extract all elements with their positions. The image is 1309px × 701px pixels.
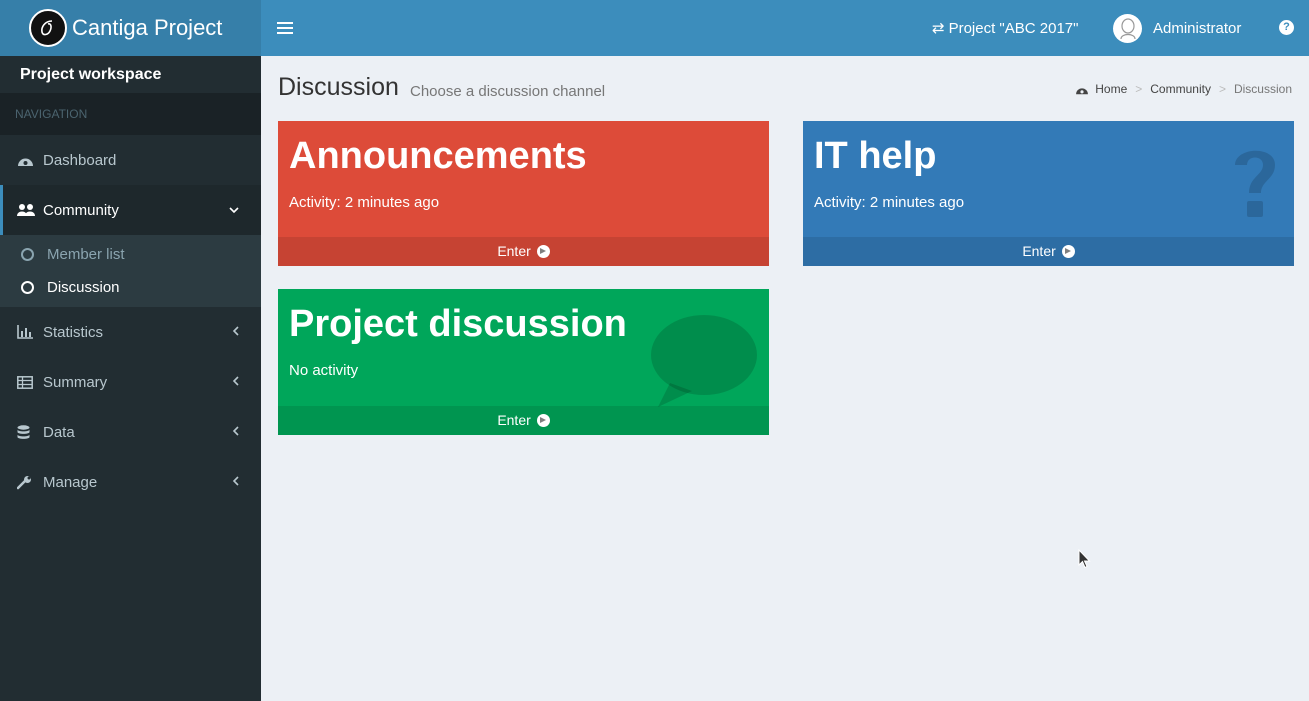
channel-activity: Activity: 2 minutes ago <box>289 194 440 211</box>
circle-icon <box>21 281 34 294</box>
users-icon <box>17 203 35 217</box>
enter-label: Enter <box>497 412 531 428</box>
sidebar-item-manage[interactable]: Manage <box>0 457 261 507</box>
sidebar-item-summary[interactable]: Summary <box>0 357 261 407</box>
channel-activity: No activity <box>289 362 359 379</box>
channel-announcements: Announcements Activity: 2 minutes ago En… <box>278 121 1032 266</box>
page-subtitle: Choose a discussion channel <box>410 83 606 100</box>
chevron-left-icon <box>232 475 239 489</box>
app-title: Cantiga Project <box>72 15 223 40</box>
workspace-title: Project workspace <box>20 66 162 83</box>
dashboard-icon <box>1075 84 1089 95</box>
question-circle-icon[interactable]: ? <box>1279 20 1294 35</box>
sidebar-item-community[interactable]: Community <box>0 185 261 235</box>
top-navbar: ⇄ Project "ABC 2017" Administrator ? <box>261 0 1309 56</box>
community-submenu: Member list Discussion <box>0 235 261 307</box>
sidebar-item-data[interactable]: Data <box>0 407 261 457</box>
chevron-left-icon <box>232 375 239 389</box>
arrow-circle-right-icon <box>1061 245 1075 258</box>
channel-activity: Activity: 2 minutes ago <box>814 194 965 211</box>
sidebar-subitem-member-list[interactable]: Member list <box>0 238 261 271</box>
breadcrumb-separator: > <box>1218 82 1226 96</box>
chevron-down-icon <box>229 203 239 217</box>
enter-button[interactable]: Enter <box>278 237 769 266</box>
chevron-left-icon <box>232 425 239 439</box>
table-icon <box>17 375 35 389</box>
sidebar-item-label: Statistics <box>43 323 104 341</box>
logo-icon <box>29 9 67 47</box>
arrow-circle-right-icon <box>536 245 550 258</box>
enter-label: Enter <box>1022 243 1056 259</box>
app-logo[interactable]: Cantiga Project <box>0 0 261 56</box>
user-menu[interactable]: Administrator <box>1113 0 1241 56</box>
breadcrumb-home[interactable]: Home <box>1095 82 1127 96</box>
channel-project-discussion: Project discussion No activity Enter <box>278 289 769 435</box>
mouse-cursor-icon <box>1078 549 1091 569</box>
sidebar-subitem-discussion[interactable]: Discussion <box>0 271 261 304</box>
breadcrumb-current: Discussion <box>1233 82 1292 96</box>
channel-name: Announcements <box>289 135 587 177</box>
comment-icon <box>651 315 757 407</box>
channel-name: Project discussion <box>289 303 627 345</box>
user-name: Administrator <box>1153 19 1242 37</box>
project-switcher[interactable]: ⇄ Project "ABC 2017" <box>932 0 1078 56</box>
sidebar-item-label: Summary <box>43 373 108 391</box>
sidebar-item-label: Community <box>43 201 119 219</box>
dashboard-icon <box>17 153 35 167</box>
nav-header: NAVIGATION <box>0 93 261 135</box>
database-icon <box>17 424 35 440</box>
menu-toggle-icon[interactable] <box>277 19 293 37</box>
sidebar: Project workspace NAVIGATION Dashboard C… <box>0 56 261 701</box>
sidebar-item-dashboard[interactable]: Dashboard <box>0 135 261 185</box>
avatar <box>1113 13 1142 43</box>
page-title: Discussion <box>278 73 399 101</box>
breadcrumb: Home > Community > Discussion <box>1075 82 1292 96</box>
channel-name: IT help <box>814 135 937 177</box>
enter-button[interactable]: Enter <box>278 406 769 435</box>
sidebar-subitem-label: Member list <box>47 246 125 263</box>
breadcrumb-community[interactable]: Community <box>1150 82 1211 96</box>
breadcrumb-separator: > <box>1135 82 1143 96</box>
exchange-icon: ⇄ <box>932 20 945 37</box>
wrench-icon <box>17 475 35 490</box>
circle-icon <box>21 248 34 261</box>
bar-chart-icon <box>17 325 35 339</box>
project-name: Project "ABC 2017" <box>948 19 1079 37</box>
sidebar-item-label: Data <box>43 423 75 441</box>
enter-label: Enter <box>497 243 531 259</box>
chevron-left-icon <box>232 325 239 339</box>
question-icon <box>1235 150 1275 217</box>
arrow-circle-right-icon <box>536 414 550 427</box>
sidebar-item-statistics[interactable]: Statistics <box>0 307 261 357</box>
sidebar-subitem-label: Discussion <box>47 279 120 296</box>
enter-button[interactable]: Enter <box>803 237 1294 266</box>
channel-it-help: IT help Activity: 2 minutes ago Enter <box>803 121 1294 266</box>
sidebar-item-label: Dashboard <box>43 151 117 169</box>
sidebar-item-label: Manage <box>43 473 98 491</box>
